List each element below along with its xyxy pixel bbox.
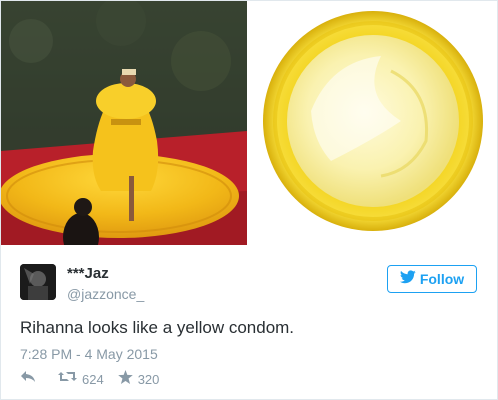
author-display-name[interactable]: ***Jaz [67, 265, 109, 282]
follow-button-label: Follow [419, 271, 465, 287]
follow-button[interactable]: Follow [387, 265, 477, 293]
photo-yellow-gown[interactable] [1, 1, 247, 245]
tweet-actions: 624 320 [20, 369, 160, 389]
star-icon [117, 369, 133, 389]
avatar[interactable] [20, 264, 56, 300]
twitter-bird-icon [399, 269, 416, 289]
favorite-count: 320 [137, 371, 160, 387]
tweet-media [1, 1, 497, 245]
author-handle[interactable]: @jazzonce_ [67, 286, 144, 302]
favorite-button[interactable]: 320 [117, 369, 160, 389]
reply-icon [20, 370, 36, 388]
retweet-count: 624 [82, 371, 104, 387]
photo-yellow-condom[interactable] [251, 1, 497, 245]
tweet-text: Rihanna looks like a yellow condom. [20, 318, 295, 337]
tweet-timestamp[interactable]: 7:28 PM - 4 May 2015 [20, 346, 158, 362]
tweet-card: ***Jaz @jazzonce_ Follow Rihanna looks l… [0, 0, 498, 400]
reply-button[interactable] [20, 370, 42, 388]
retweet-icon [58, 370, 77, 388]
retweet-button[interactable]: 624 [58, 370, 104, 388]
